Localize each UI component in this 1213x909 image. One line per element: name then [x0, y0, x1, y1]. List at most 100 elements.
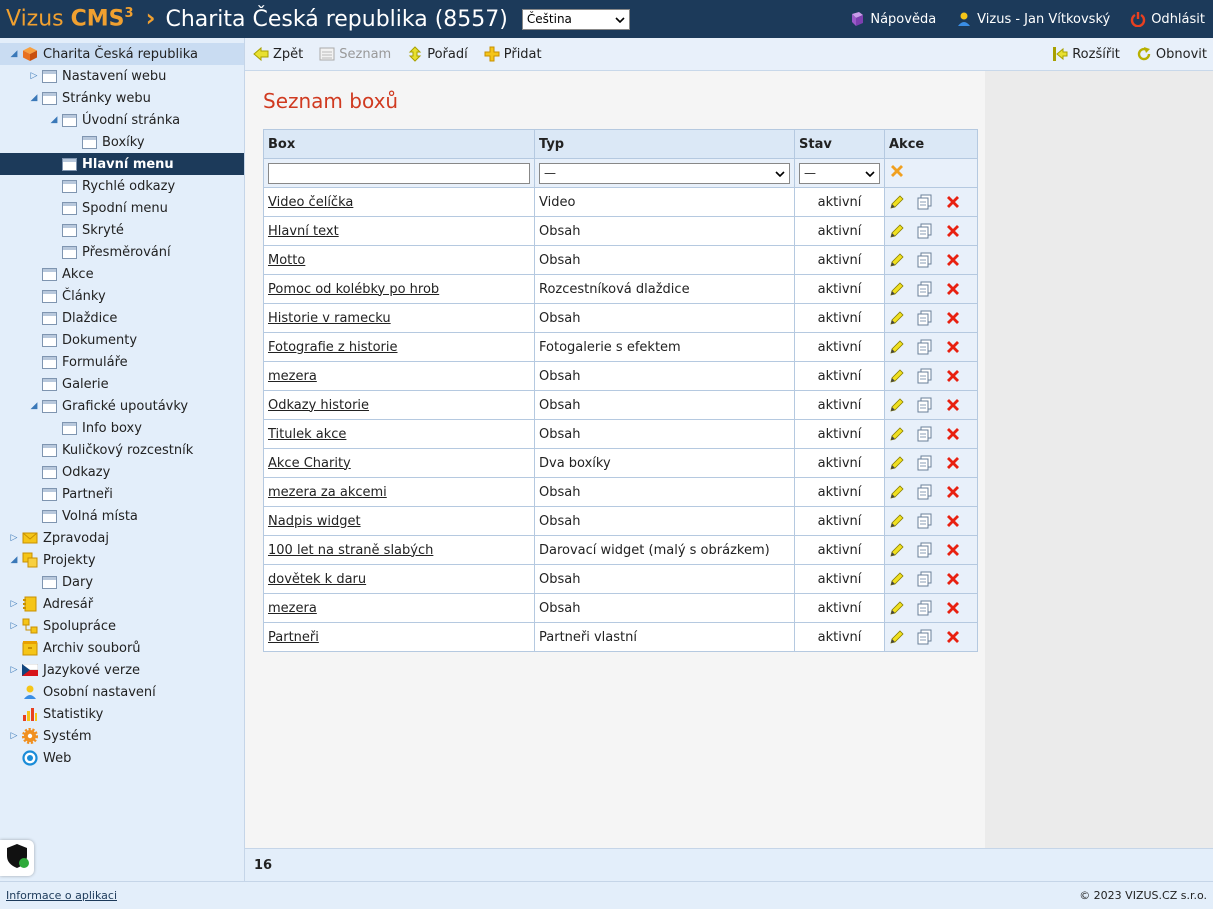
tree-item-adresar[interactable]: ▷ Adresář [9, 593, 93, 615]
help-link[interactable]: Nápověda [849, 11, 936, 27]
copy-icon[interactable] [917, 571, 933, 587]
delete-x-icon[interactable] [945, 629, 961, 645]
column-header-box[interactable]: Box [263, 129, 535, 159]
copy-icon[interactable] [917, 455, 933, 471]
edit-pencil-icon[interactable] [889, 455, 905, 471]
delete-x-icon[interactable] [945, 252, 961, 268]
box-name-link[interactable]: Motto [268, 253, 305, 268]
delete-x-icon[interactable] [945, 310, 961, 326]
box-name-link[interactable]: Nadpis widget [268, 514, 361, 529]
tree-item-info-boxy[interactable]: Info boxy [62, 417, 142, 439]
tree-item-odkazy[interactable]: Odkazy [42, 461, 110, 483]
edit-pencil-icon[interactable] [889, 426, 905, 442]
edit-pencil-icon[interactable] [889, 484, 905, 500]
type-filter-select[interactable]: — [539, 162, 790, 184]
tree-item-stranky-webu[interactable]: ◢ Stránky webu [29, 87, 151, 109]
tree-item-web[interactable]: Web [22, 747, 71, 769]
delete-x-icon[interactable] [945, 339, 961, 355]
box-name-link[interactable]: Pomoc od kolébky po hrob [268, 282, 439, 297]
delete-x-icon[interactable] [945, 397, 961, 413]
copy-icon[interactable] [917, 397, 933, 413]
box-name-link[interactable]: Akce Charity [268, 456, 351, 471]
delete-x-icon[interactable] [945, 542, 961, 558]
copy-icon[interactable] [917, 513, 933, 529]
tree-item-uvodni-stranka[interactable]: ◢ Úvodní stránka [49, 109, 181, 131]
delete-x-icon[interactable] [945, 600, 961, 616]
tree-item-system[interactable]: ▷ Systém [9, 725, 91, 747]
list-button[interactable]: Seznam [319, 46, 391, 62]
box-name-link[interactable]: mezera [268, 369, 317, 384]
delete-x-icon[interactable] [945, 484, 961, 500]
copy-icon[interactable] [917, 629, 933, 645]
language-select[interactable]: Čeština [521, 8, 630, 30]
tree-item-galerie[interactable]: Galerie [42, 373, 109, 395]
copy-icon[interactable] [917, 542, 933, 558]
edit-pencil-icon[interactable] [889, 513, 905, 529]
tree-item-volna-mista[interactable]: Volná místa [42, 505, 138, 527]
edit-pencil-icon[interactable] [889, 542, 905, 558]
copy-icon[interactable] [917, 310, 933, 326]
tree-item-dlazdice[interactable]: Dlaždice [42, 307, 117, 329]
delete-x-icon[interactable] [945, 368, 961, 384]
clear-filter-button[interactable] [889, 163, 905, 179]
delete-x-icon[interactable] [945, 223, 961, 239]
column-header-type[interactable]: Typ [534, 129, 795, 159]
copy-icon[interactable] [917, 368, 933, 384]
app-logo[interactable]: Vizus CMS3 [6, 6, 134, 31]
tree-item-formulare[interactable]: Formuláře [42, 351, 128, 373]
tree-item-dary[interactable]: Dary [42, 571, 93, 593]
edit-pencil-icon[interactable] [889, 339, 905, 355]
tree-item-spodni-menu[interactable]: Spodní menu [62, 197, 168, 219]
state-filter-select[interactable]: — [799, 162, 880, 184]
tree-item-presmerovani[interactable]: Přesměrování [62, 241, 171, 263]
tree-item-hlavni-menu[interactable]: Hlavní menu [0, 153, 244, 175]
copy-icon[interactable] [917, 252, 933, 268]
tree-item-rychle-odkazy[interactable]: Rychlé odkazy [62, 175, 175, 197]
box-name-link[interactable]: Video čelíčka [268, 195, 353, 210]
edit-pencil-icon[interactable] [889, 223, 905, 239]
edit-pencil-icon[interactable] [889, 368, 905, 384]
app-info-link[interactable]: Informace o aplikaci [6, 889, 117, 902]
box-name-link[interactable]: mezera za akcemi [268, 485, 387, 500]
tree-item-charita[interactable]: ◢ Charita Česká republika [0, 43, 244, 65]
copy-icon[interactable] [917, 281, 933, 297]
box-name-link[interactable]: Odkazy historie [268, 398, 369, 413]
tree-item-partneri[interactable]: Partneři [42, 483, 113, 505]
delete-x-icon[interactable] [945, 571, 961, 587]
edit-pencil-icon[interactable] [889, 600, 905, 616]
delete-x-icon[interactable] [945, 513, 961, 529]
column-header-state[interactable]: Stav [794, 129, 885, 159]
delete-x-icon[interactable] [945, 194, 961, 210]
tree-item-kulickovy-rozcestnik[interactable]: Kuličkový rozcestník [42, 439, 193, 461]
add-button[interactable]: Přidat [484, 46, 542, 62]
tree-item-graficke-upoutavky[interactable]: ◢ Grafické upoutávky [29, 395, 189, 417]
tree-item-spoluprace[interactable]: ▷ Spolupráce [9, 615, 116, 637]
box-name-link[interactable]: 100 let na straně slabých [268, 543, 433, 558]
box-name-link[interactable]: Titulek akce [268, 427, 346, 442]
tree-item-statistiky[interactable]: Statistiky [22, 703, 103, 725]
tree-item-boxiky[interactable]: Boxíky [82, 131, 145, 153]
logout-link[interactable]: Odhlásit [1130, 11, 1205, 27]
copy-icon[interactable] [917, 426, 933, 442]
box-name-link[interactable]: dovětek k daru [268, 572, 366, 587]
order-button[interactable]: Pořadí [407, 46, 468, 62]
edit-pencil-icon[interactable] [889, 629, 905, 645]
edit-pencil-icon[interactable] [889, 310, 905, 326]
expand-button[interactable]: Rozšířit [1052, 46, 1120, 62]
delete-x-icon[interactable] [945, 426, 961, 442]
edit-pencil-icon[interactable] [889, 397, 905, 413]
copy-icon[interactable] [917, 600, 933, 616]
box-name-link[interactable]: mezera [268, 601, 317, 616]
user-link[interactable]: Vizus - Jan Vítkovský [956, 11, 1110, 27]
copy-icon[interactable] [917, 339, 933, 355]
tree-item-osobni-nastaveni[interactable]: Osobní nastavení [22, 681, 156, 703]
tree-item-akce[interactable]: Akce [42, 263, 94, 285]
box-name-link[interactable]: Partneři [268, 630, 319, 645]
box-name-link[interactable]: Historie v ramecku [268, 311, 391, 326]
tree-item-dokumenty[interactable]: Dokumenty [42, 329, 137, 351]
box-name-link[interactable]: Fotografie z historie [268, 340, 398, 355]
box-name-link[interactable]: Hlavní text [268, 224, 339, 239]
tree-item-clanky[interactable]: Články [42, 285, 106, 307]
tree-item-archiv-souboru[interactable]: Archiv souborů [22, 637, 141, 659]
tree-item-jazykove-verze[interactable]: ▷ Jazykové verze [9, 659, 141, 681]
